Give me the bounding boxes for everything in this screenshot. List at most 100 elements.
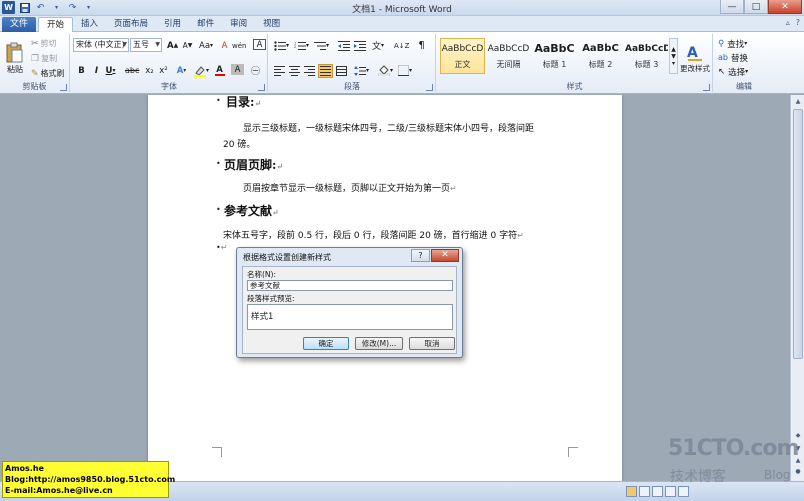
replace-button[interactable]: ab 替换: [717, 51, 749, 64]
header-footer-body: 页眉按章节显示一级标题，页脚以正文开始为第一页↵: [243, 184, 457, 194]
show-marks-button[interactable]: ¶: [415, 39, 428, 52]
phonetic-guide-button[interactable]: wén: [231, 39, 247, 52]
style-name-input[interactable]: 参考文献: [247, 280, 453, 291]
draft-view-icon[interactable]: [678, 486, 689, 497]
paragraph-group-label: 段落: [344, 82, 360, 91]
gallery-scroll[interactable]: ▲ ▼ ▾: [669, 38, 678, 74]
scroll-thumb[interactable]: [793, 109, 803, 359]
ribbon-collapse-icon[interactable]: ▵: [786, 18, 790, 27]
tab-file[interactable]: 文件: [2, 17, 36, 32]
tab-2[interactable]: 页面布局: [106, 17, 156, 32]
tab-5[interactable]: 审阅: [222, 17, 255, 32]
shrink-font-button[interactable]: A ▼: [181, 39, 194, 52]
distributed-button[interactable]: [335, 64, 348, 77]
tab-1[interactable]: 插入: [73, 17, 106, 32]
enclose-char-button[interactable]: ㊀: [249, 64, 262, 77]
clipboard-dialog-launcher-icon[interactable]: [60, 84, 67, 91]
grow-font-button[interactable]: A ▲: [166, 39, 179, 52]
style-sample: AaBbC: [582, 43, 619, 54]
bullet-mark-toc: •: [216, 96, 221, 105]
decrease-indent-button[interactable]: [337, 39, 351, 52]
paragraph-dialog-launcher-icon[interactable]: [426, 84, 433, 91]
align-left-button[interactable]: [273, 64, 286, 77]
align-center-button[interactable]: [288, 64, 301, 77]
chinese-layout-button[interactable]: 文 ▾: [371, 39, 385, 52]
find-button[interactable]: ⚲ 查找 ▾: [717, 37, 748, 50]
style-tile-1[interactable]: AaBbCcD 无间隔: [486, 38, 531, 74]
bold-button[interactable]: B: [75, 64, 88, 77]
gallery-more-icon[interactable]: ▾: [672, 60, 675, 67]
gallery-up-icon[interactable]: ▲: [671, 46, 676, 53]
cancel-button[interactable]: 取消: [409, 337, 455, 350]
font-size-combo[interactable]: 五号 ▼: [130, 38, 162, 52]
minimize-button[interactable]: —: [720, 0, 744, 14]
subscript-button[interactable]: x₂: [143, 64, 156, 77]
format-painter-button[interactable]: ✎ 格式刷: [30, 67, 66, 80]
dialog-help-button[interactable]: ?: [411, 249, 430, 262]
font-dialog-launcher-icon[interactable]: [258, 84, 265, 91]
style-sample: AaBbCcD: [625, 44, 668, 54]
font-name-dropdown-icon: ▼: [122, 41, 127, 48]
maximize-button[interactable]: □: [744, 0, 768, 14]
style-tile-0[interactable]: AaBbCcD 正文: [440, 38, 485, 74]
style-name: 标题 3: [634, 60, 659, 69]
text-effects-button[interactable]: A ▾: [175, 64, 188, 77]
change-styles-button[interactable]: A 更改样式: [679, 36, 711, 80]
bullets-button[interactable]: ▾: [273, 39, 290, 52]
style-tile-4[interactable]: AaBbCcD 标题 3: [624, 38, 669, 74]
web-layout-view-icon[interactable]: [652, 486, 663, 497]
line-spacing-button[interactable]: ▾: [353, 64, 370, 77]
modify-button[interactable]: 修改(M)...: [355, 337, 403, 350]
underline-icon: U: [105, 65, 113, 76]
multilevel-list-button[interactable]: ▾: [313, 39, 330, 52]
bold-icon: B: [78, 65, 85, 76]
shading-button[interactable]: ▾: [377, 64, 394, 77]
help-icon[interactable]: ?: [796, 18, 800, 27]
paste-icon: [6, 42, 23, 62]
font-color-button[interactable]: A: [213, 64, 226, 77]
tab-0[interactable]: 开始: [38, 17, 74, 32]
borders-button[interactable]: ▾: [397, 64, 413, 77]
page-corner-mark-right: [568, 447, 578, 457]
justify-button[interactable]: [318, 64, 333, 78]
outline-view-icon[interactable]: [665, 486, 676, 497]
clipboard-group-label: 剪贴板: [22, 82, 47, 91]
styles-dialog-launcher-icon[interactable]: [703, 84, 710, 91]
underline-button[interactable]: U ▾: [104, 64, 117, 77]
select-browse-object-icon[interactable]: ●: [792, 466, 804, 478]
clear-format-button[interactable]: A: [218, 39, 231, 52]
cut-button[interactable]: ✂ 剪切: [30, 37, 58, 50]
superscript-button[interactable]: x²: [157, 64, 170, 77]
close-button[interactable]: ✕: [768, 0, 802, 14]
change-styles-label: 更改样式: [680, 63, 710, 73]
font-size-value: 五号: [133, 40, 149, 49]
ok-button[interactable]: 确定: [303, 337, 349, 350]
dialog-controls: ? ✕: [411, 249, 459, 262]
sort-button[interactable]: A↓Z: [393, 39, 410, 52]
highlight-button[interactable]: ▾: [193, 64, 210, 77]
char-shading-button[interactable]: A: [231, 64, 244, 75]
copy-button[interactable]: ❐ 复制: [30, 52, 58, 65]
change-case-button[interactable]: Aa ▾: [198, 39, 214, 52]
dialog-close-button[interactable]: ✕: [431, 249, 459, 262]
font-name-combo[interactable]: 宋体 (中文正) ▼: [73, 38, 129, 52]
tab-3[interactable]: 引用: [156, 17, 189, 32]
char-border-button[interactable]: A: [253, 39, 266, 50]
strikethrough-button[interactable]: abc: [124, 64, 140, 77]
gallery-down-icon[interactable]: ▼: [671, 53, 676, 60]
style-tile-2[interactable]: AaBbC 标题 1: [532, 38, 577, 74]
align-right-button[interactable]: [303, 64, 316, 77]
italic-button[interactable]: I: [90, 64, 103, 77]
vertical-scrollbar[interactable]: ▲ ◆ ▼ ▲ ●: [790, 95, 804, 481]
tab-4[interactable]: 邮件: [189, 17, 222, 32]
dialog-title: 根据格式设置创建新样式: [243, 253, 331, 262]
scroll-up-icon[interactable]: ▲: [792, 96, 804, 108]
tab-6[interactable]: 视图: [255, 17, 288, 32]
paste-button[interactable]: 粘贴: [3, 36, 27, 80]
select-button[interactable]: ↖ 选择 ▾: [717, 65, 749, 78]
numbering-button[interactable]: 1 2 ▾: [293, 39, 310, 52]
print-layout-view-icon[interactable]: [626, 486, 637, 497]
full-screen-view-icon[interactable]: [639, 486, 650, 497]
style-tile-3[interactable]: AaBbC 标题 2: [578, 38, 623, 74]
increase-indent-button[interactable]: [353, 39, 367, 52]
